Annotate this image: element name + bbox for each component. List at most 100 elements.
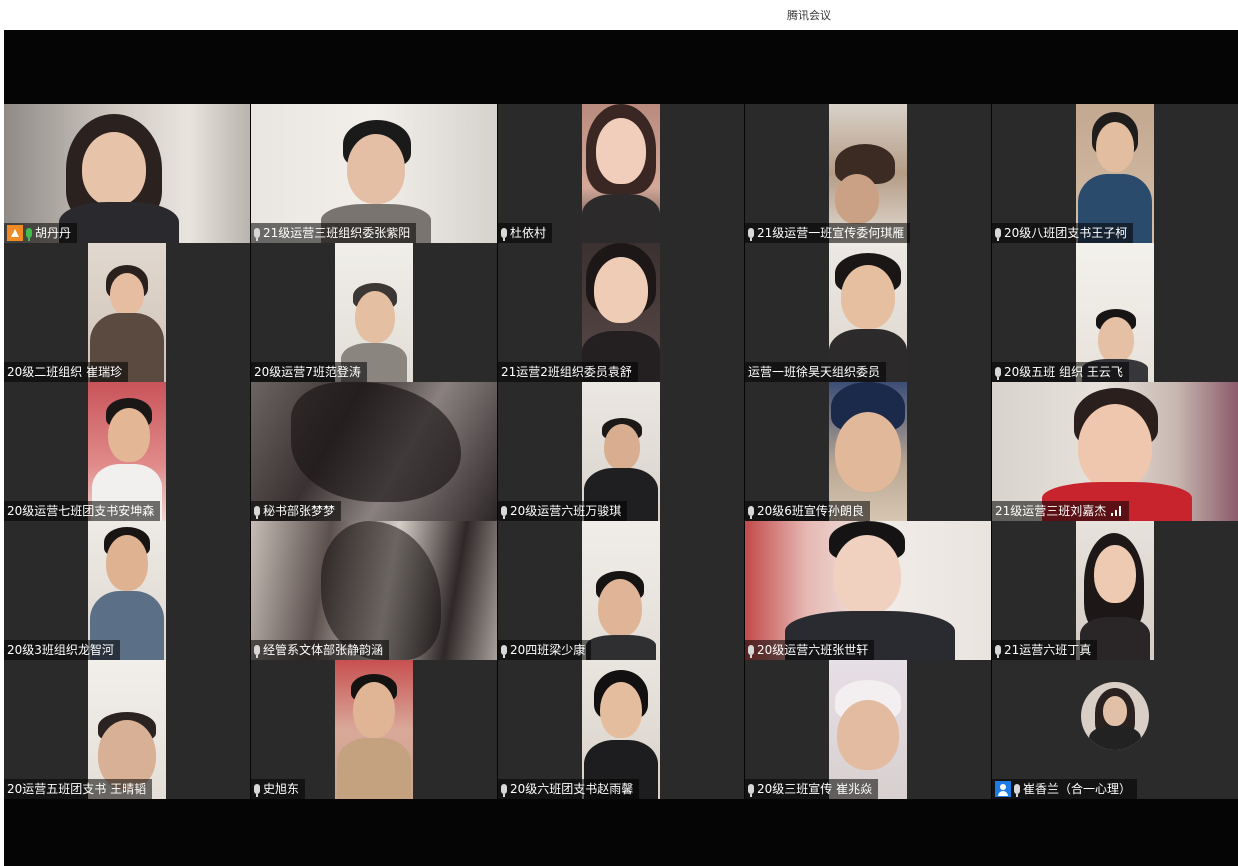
- host-icon: [7, 225, 23, 241]
- participant-name: 20级五班 组织 王云飞: [1004, 365, 1123, 379]
- participant-tile[interactable]: 20运营五班团支书 王晴韬: [4, 660, 250, 799]
- participant-tile[interactable]: 20级六班团支书赵雨馨: [498, 660, 744, 799]
- microphone-icon: [995, 228, 1001, 241]
- window-title: 腾讯会议: [787, 9, 831, 22]
- participant-name-label: 20级运营7班范登涛: [251, 362, 367, 382]
- microphone-icon: [254, 784, 260, 797]
- microphone-on-icon: [26, 228, 32, 241]
- participant-tile[interactable]: 秘书部张梦梦: [251, 382, 497, 521]
- participant-tile[interactable]: 20级三班宣传 崔兆焱: [745, 660, 991, 799]
- participant-tile[interactable]: 20级八班团支书王子柯: [992, 104, 1238, 243]
- participant-name: 20级运营六班万骏琪: [510, 504, 622, 518]
- participant-tile[interactable]: 胡丹丹: [4, 104, 250, 243]
- participant-tile[interactable]: 20级二班组织 崔瑞珍: [4, 243, 250, 382]
- microphone-icon: [748, 645, 754, 658]
- participant-name: 经管系文体部张静韵涵: [263, 643, 384, 657]
- participant-name: 20级六班团支书赵雨馨: [510, 782, 634, 796]
- participant-video-grid: 胡丹丹 21级运营三班组织委张紫阳 杜依村 21级运营一班宣传委何琪雁 20级八…: [4, 104, 1238, 799]
- participant-name-label: 20级运营六班万骏琪: [498, 501, 628, 521]
- participant-name-label: 经管系文体部张静韵涵: [251, 640, 390, 660]
- participant-name-label: 20级八班团支书王子柯: [992, 223, 1134, 243]
- microphone-icon: [748, 228, 754, 241]
- microphone-icon: [501, 784, 507, 797]
- participant-tile[interactable]: 20四班梁少康: [498, 521, 744, 660]
- participant-video: [582, 104, 660, 243]
- participant-name-label: 20级6班宣传孙朗良: [745, 501, 870, 521]
- participant-name-label: 史旭东: [251, 779, 306, 799]
- participant-name-label: 21运营2班组织委员袁舒: [498, 362, 638, 382]
- participant-tile[interactable]: 20级6班宣传孙朗良: [745, 382, 991, 521]
- participant-tile[interactable]: 20级运营七班团支书安坤森: [4, 382, 250, 521]
- participant-name: 21级运营一班宣传委何琪雁: [757, 226, 905, 240]
- participant-name-label: 20级五班 组织 王云飞: [992, 362, 1129, 382]
- participant-tile[interactable]: 杜依村: [498, 104, 744, 243]
- participant-name-label: 20级三班宣传 崔兆焱: [745, 779, 879, 799]
- participant-name-label: 秘书部张梦梦: [251, 501, 342, 521]
- microphone-icon: [254, 645, 260, 658]
- microphone-icon: [748, 506, 754, 519]
- participant-name-label: 21级运营三班刘嘉杰: [992, 501, 1130, 521]
- microphone-icon: [254, 228, 260, 241]
- microphone-icon: [501, 645, 507, 658]
- microphone-icon: [995, 367, 1001, 380]
- window-titlebar: 腾讯会议: [0, 0, 1238, 30]
- microphone-icon: [1014, 784, 1020, 797]
- participant-name-label: 20级3班组织龙智河: [4, 640, 120, 660]
- participant-name: 20级3班组织龙智河: [7, 643, 114, 657]
- participant-name-label: 20级运营六班张世轩: [745, 640, 875, 660]
- participant-name: 20级运营六班张世轩: [757, 643, 869, 657]
- participant-name: 杜依村: [510, 226, 547, 240]
- microphone-icon: [501, 228, 507, 241]
- participant-tile[interactable]: 21运营2班组织委员袁舒: [498, 243, 744, 382]
- participant-name: 20运营五班团支书 王晴韬: [7, 782, 147, 796]
- participant-name: 20级运营七班团支书安坤森: [7, 504, 155, 518]
- participant-tile[interactable]: 20级运营六班万骏琪: [498, 382, 744, 521]
- participant-name-label: 运营一班徐昊天组织委员: [745, 362, 887, 382]
- participant-name-label: 20级运营七班团支书安坤森: [4, 501, 161, 521]
- participant-tile[interactable]: 21级运营三班刘嘉杰: [992, 382, 1238, 521]
- avatar: [1081, 682, 1149, 750]
- participant-tile[interactable]: 20级运营六班张世轩: [745, 521, 991, 660]
- participant-name: 20四班梁少康: [510, 643, 586, 657]
- microphone-icon: [254, 506, 260, 519]
- microphone-icon: [995, 645, 1001, 658]
- participant-name: 20级运营7班范登涛: [254, 365, 361, 379]
- participant-name-label: 崔香兰（合一心理）: [992, 779, 1138, 799]
- participant-name-label: 20级六班团支书赵雨馨: [498, 779, 640, 799]
- participant-tile[interactable]: 20级运营7班范登涛: [251, 243, 497, 382]
- participant-name: 运营一班徐昊天组织委员: [748, 365, 881, 379]
- participant-tile[interactable]: 运营一班徐昊天组织委员: [745, 243, 991, 382]
- participant-video: [335, 660, 413, 799]
- participant-tile[interactable]: 史旭东: [251, 660, 497, 799]
- participant-tile[interactable]: 21运营六班丁真: [992, 521, 1238, 660]
- participant-tile[interactable]: 经管系文体部张静韵涵: [251, 521, 497, 660]
- participant-name: 20级二班组织 崔瑞珍: [7, 365, 123, 379]
- participant-name: 史旭东: [263, 782, 300, 796]
- participant-name-label: 20运营五班团支书 王晴韬: [4, 779, 153, 799]
- participant-name: 21运营2班组织委员袁舒: [501, 365, 632, 379]
- participant-name: 21级运营三班刘嘉杰: [995, 504, 1107, 518]
- participant-tile[interactable]: 20级3班组织龙智河: [4, 521, 250, 660]
- participant-name-label: 21运营六班丁真: [992, 640, 1098, 660]
- microphone-icon: [748, 784, 754, 797]
- signal-strength-icon: [1111, 506, 1123, 516]
- participant-name: 20级八班团支书王子柯: [1004, 226, 1128, 240]
- participant-tile[interactable]: 21级运营三班组织委张紫阳: [251, 104, 497, 243]
- participant-name-label: 20四班梁少康: [498, 640, 592, 660]
- participant-name-label: 胡丹丹: [4, 223, 78, 243]
- participant-name-label: 20级二班组织 崔瑞珍: [4, 362, 129, 382]
- participant-name: 秘书部张梦梦: [263, 504, 336, 518]
- participant-name: 胡丹丹: [35, 226, 72, 240]
- participant-name: 崔香兰（合一心理）: [1023, 782, 1132, 796]
- participant-tile[interactable]: 21级运营一班宣传委何琪雁: [745, 104, 991, 243]
- participant-name: 21级运营三班组织委张紫阳: [263, 226, 411, 240]
- participant-name-label: 21级运营一班宣传委何琪雁: [745, 223, 911, 243]
- microphone-icon: [501, 506, 507, 519]
- user-icon: [995, 781, 1011, 797]
- participant-name-label: 杜依村: [498, 223, 553, 243]
- participant-tile[interactable]: 崔香兰（合一心理）: [992, 660, 1238, 799]
- participant-name: 20级三班宣传 崔兆焱: [757, 782, 873, 796]
- participant-tile[interactable]: 20级五班 组织 王云飞: [992, 243, 1238, 382]
- participant-name-label: 21级运营三班组织委张紫阳: [251, 223, 417, 243]
- participant-video: [582, 521, 660, 660]
